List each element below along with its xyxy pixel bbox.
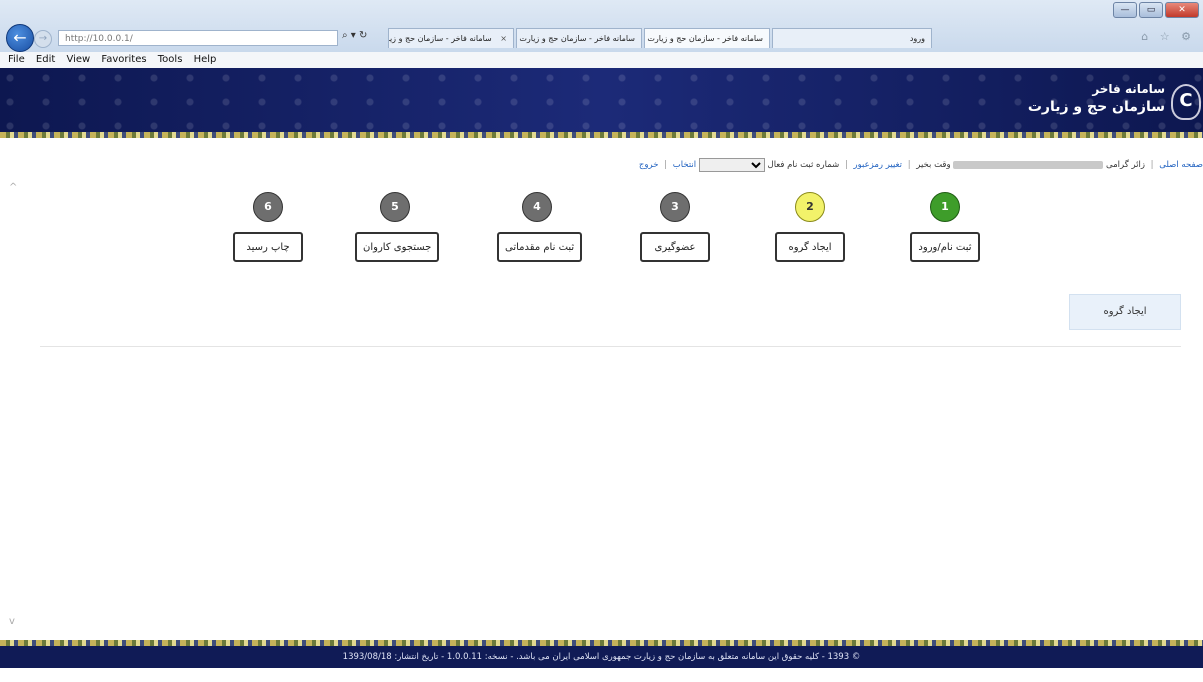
menu-bar: File Edit View Favorites Tools Help: [0, 52, 1203, 68]
step-button-search-caravan[interactable]: جستجوی کاروان: [355, 232, 440, 262]
step-button-print-receipt[interactable]: چاپ رسید: [233, 232, 303, 262]
time-greeting: وقت بخیر: [916, 160, 951, 170]
step-2: 2 ایجاد گروه: [770, 192, 850, 262]
site-logo-icon: C: [1171, 84, 1201, 120]
menu-tools[interactable]: Tools: [158, 54, 183, 65]
menu-help[interactable]: Help: [194, 54, 217, 65]
home-link[interactable]: صفحه اصلی: [1159, 160, 1203, 170]
minimize-button[interactable]: —: [1113, 2, 1137, 18]
step-6: 6 چاپ رسید: [228, 192, 308, 262]
footer-text: © 1393 - کلیه حقوق این سامانه متعلق به س…: [342, 652, 861, 662]
site-header: [0, 68, 1203, 138]
browser-tool-icons[interactable]: ⌂ ☆ ⚙: [1141, 30, 1195, 43]
step-number: 3: [660, 192, 690, 222]
select-link[interactable]: انتخاب: [673, 160, 696, 170]
maximize-button[interactable]: ▭: [1139, 2, 1163, 18]
scroll-down-icon[interactable]: v: [9, 616, 15, 627]
step-3: 3 عضوگیری: [635, 192, 715, 262]
browser-chrome: — ▭ ✕ ← → http://10.0.0.1/ ⌕ ▾ ↻ × سامان…: [0, 0, 1203, 53]
tab-label: ورود: [909, 34, 925, 43]
header-pattern-band: [0, 132, 1203, 138]
content-divider: [40, 346, 1181, 347]
tab-label: سامانه فاخر - سازمان حج و زیارت: [519, 34, 635, 43]
step-number: 5: [380, 192, 410, 222]
change-password-link[interactable]: تغییر رمزعبور: [854, 160, 902, 170]
menu-file[interactable]: File: [8, 54, 25, 65]
site-title: سامانه فاخر سازمان حج و زیارت: [1028, 80, 1165, 116]
menu-view[interactable]: View: [66, 54, 90, 65]
browser-tab[interactable]: ورود: [772, 28, 932, 48]
registration-select[interactable]: [698, 157, 765, 172]
footer: © 1393 - کلیه حقوق این سامانه متعلق به س…: [0, 646, 1203, 668]
step-button-create-group[interactable]: ایجاد گروه: [775, 232, 845, 262]
step-button-preregistration[interactable]: ثبت نام مقدماتی: [497, 232, 583, 262]
tab-label: سامانه فاخر - سازمان حج و زیارت: [389, 34, 492, 43]
browser-tab[interactable]: سامانه فاخر - سازمان حج و زیارت: [516, 28, 642, 48]
forward-arrow-icon[interactable]: →: [34, 30, 52, 48]
page-title: ایجاد گروه: [1069, 294, 1181, 330]
address-tools[interactable]: ⌕ ▾ ↻: [342, 30, 367, 41]
step-1: 1 ثبت نام/ورود: [905, 192, 985, 262]
step-button-membership[interactable]: عضوگیری: [640, 232, 710, 262]
step-number: 2: [795, 192, 825, 222]
user-nav-bar: صفحه اصلی | زائر گرامی وقت بخیر | تغییر …: [443, 156, 1203, 174]
step-4: 4 ثبت نام مقدماتی: [497, 192, 583, 262]
step-number: 4: [522, 192, 552, 222]
step-button-register[interactable]: ثبت نام/ورود: [910, 232, 980, 262]
step-5: 5 جستجوی کاروان: [355, 192, 440, 262]
close-button[interactable]: ✕: [1165, 2, 1199, 18]
window-controls: — ▭ ✕: [1113, 2, 1199, 18]
step-number: 6: [253, 192, 283, 222]
logout-link[interactable]: خروج: [639, 160, 659, 170]
scroll-up-icon[interactable]: ^: [9, 182, 17, 193]
address-bar[interactable]: http://10.0.0.1/: [58, 30, 338, 46]
greeting-text: زائر گرامی: [1106, 160, 1145, 170]
site-title-line2: سازمان حج و زیارت: [1027, 99, 1165, 115]
user-name-redacted: [953, 160, 1104, 169]
browser-tab[interactable]: سامانه فاخر - سازمان حج و زیارت: [644, 28, 770, 48]
step-number: 1: [930, 192, 960, 222]
site-title-line1: سامانه فاخر: [1092, 82, 1165, 96]
tab-close-icon[interactable]: ×: [500, 34, 507, 43]
back-arrow-icon[interactable]: ←: [6, 24, 34, 52]
browser-tab[interactable]: × سامانه فاخر - سازمان حج و زیارت: [388, 28, 514, 48]
registration-label: شماره ثبت نام فعال: [767, 160, 840, 170]
tab-label: سامانه فاخر - سازمان حج و زیارت: [647, 34, 763, 43]
menu-edit[interactable]: Edit: [36, 54, 55, 65]
menu-favorites[interactable]: Favorites: [101, 54, 146, 65]
